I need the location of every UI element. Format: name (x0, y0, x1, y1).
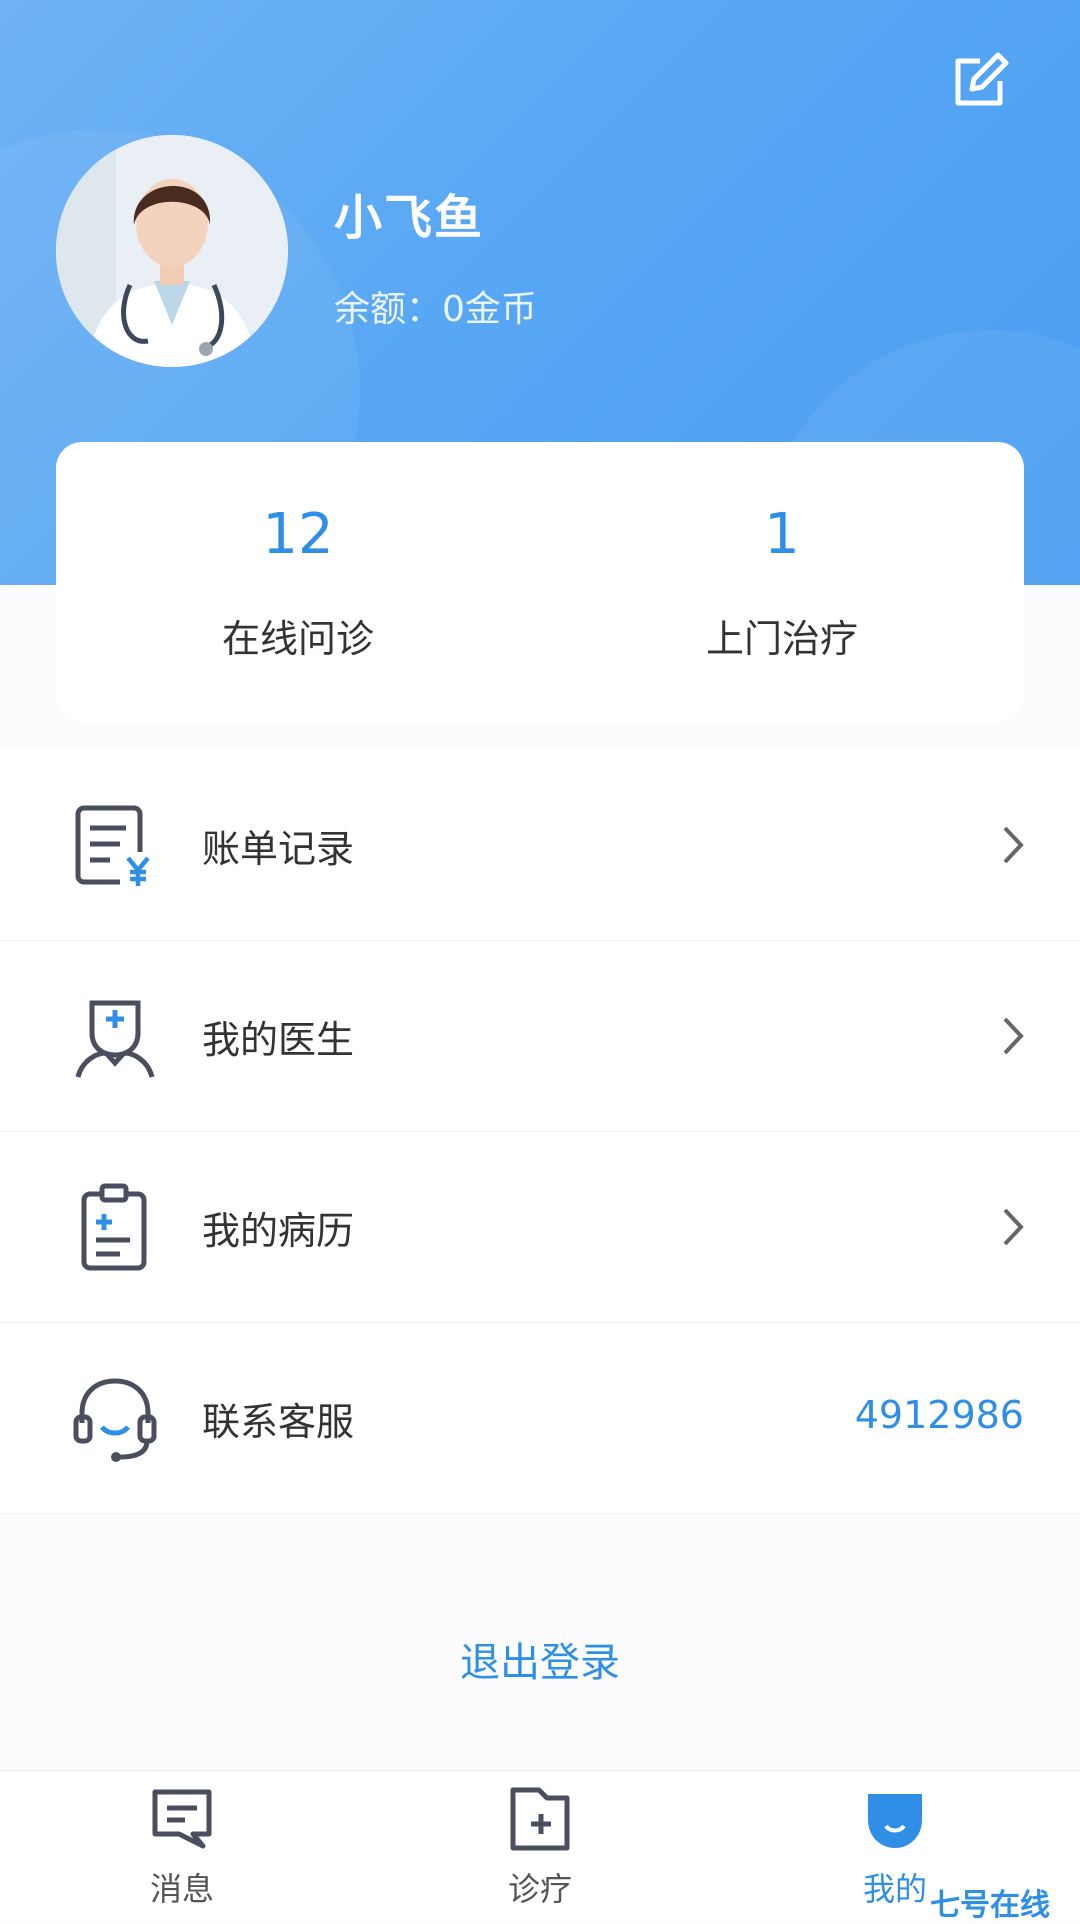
menu-item-my-doctor[interactable]: 我的医生 (0, 941, 1080, 1132)
menu-item-bills[interactable]: 账单记录 (0, 750, 1080, 941)
service-phone-number[interactable]: 4912986 (855, 1393, 1024, 1437)
chevron-right-icon (1003, 826, 1024, 864)
doctor-icon (75, 1000, 155, 1078)
tab-treatment[interactable]: 诊疗 (450, 1771, 630, 1921)
stat-value: 1 (764, 502, 800, 567)
stat-online-consult[interactable]: 12 在线问诊 (56, 442, 540, 722)
logout-button[interactable]: 退出登录 (0, 1630, 1080, 1688)
stat-label: 上门治疗 (705, 617, 858, 661)
menu-item-medical-records[interactable]: 我的病历 (0, 1132, 1080, 1323)
balance-text: 余额：0金币 (334, 289, 537, 330)
avatar[interactable] (56, 135, 288, 367)
menu-label: 账单记录 (202, 827, 355, 871)
clipboard-icon (81, 1183, 147, 1271)
menu-list: 账单记录 我的医生 我的病历 联系客服 4912986 (0, 750, 1080, 1514)
stat-label: 在线问诊 (221, 617, 374, 661)
stats-card: 12 在线问诊 1 上门治疗 (56, 442, 1024, 722)
chevron-right-icon (1003, 1017, 1024, 1055)
chevron-right-icon (1003, 1208, 1024, 1246)
bottom-tab-bar: 消息 诊疗 我的 (0, 1770, 1080, 1921)
edit-profile-icon[interactable] (950, 47, 1014, 111)
headset-icon (73, 1378, 157, 1462)
stat-value: 12 (262, 502, 334, 567)
menu-item-customer-service[interactable]: 联系客服 4912986 (0, 1323, 1080, 1514)
doctor-avatar-image (56, 135, 288, 367)
menu-label: 联系客服 (202, 1400, 355, 1444)
message-icon (152, 1789, 212, 1849)
username: 小飞鱼 (334, 190, 485, 246)
menu-label: 我的病历 (202, 1209, 355, 1253)
profile-icon (868, 1794, 922, 1848)
bill-icon (75, 805, 156, 888)
stat-home-treatment[interactable]: 1 上门治疗 (540, 442, 1024, 722)
medical-folder-icon (510, 1787, 570, 1851)
tab-label: 诊疗 (507, 1870, 572, 1908)
watermark-logo: 七号在线 (930, 1888, 1050, 1923)
menu-label: 我的医生 (202, 1018, 355, 1062)
tab-label: 消息 (149, 1870, 214, 1908)
tab-messages[interactable]: 消息 (92, 1771, 272, 1921)
